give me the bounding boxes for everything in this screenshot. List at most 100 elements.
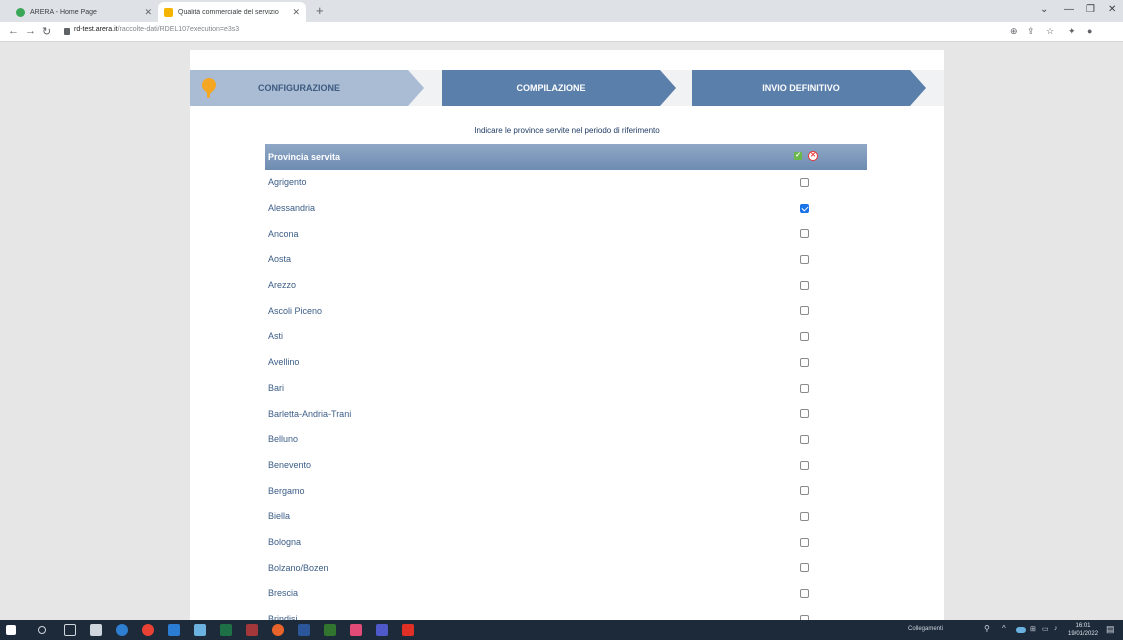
province-checkbox[interactable]	[800, 203, 809, 213]
step-arrow	[910, 70, 926, 106]
province-checkbox[interactable]	[800, 357, 809, 367]
address-bar: ← → ↻ rd-test.arera.it/raccolte-dati/RDE…	[0, 22, 1123, 42]
collegamenti-toolbar[interactable]: Collegamenti	[908, 626, 943, 632]
province-checkbox[interactable]	[800, 178, 809, 187]
chevron-down-icon[interactable]: ⌄	[1040, 4, 1048, 15]
province-checkbox[interactable]	[800, 332, 809, 342]
calendar-icon[interactable]	[350, 624, 362, 636]
province-name: Bergamo	[268, 485, 305, 496]
search-icon[interactable]	[38, 626, 46, 634]
step-configurazione[interactable]: CONFIGURAZIONE	[190, 70, 408, 106]
url-field[interactable]: rd-test.arera.it/raccolte-dati/RDEL107ex…	[74, 26, 239, 33]
step-label: COMPILAZIONE	[516, 83, 586, 93]
reload-icon[interactable]: ↻	[42, 25, 51, 38]
province-checkbox[interactable]	[800, 255, 809, 265]
table-row: Bari	[265, 376, 867, 402]
province-checkbox[interactable]	[800, 460, 809, 470]
windows-taskbar: Collegamenti ⚲ ^ ⊞ ▭ ♪ 16:01 19/01/2022 …	[0, 620, 1123, 640]
province-checkbox[interactable]	[800, 280, 809, 290]
edge-icon[interactable]	[116, 624, 128, 636]
province-name: Avellino	[268, 357, 300, 368]
battery-icon[interactable]: ▭	[1042, 625, 1049, 633]
lock-icon	[64, 28, 70, 35]
browser-tab-qualita[interactable]: Qualità commerciale del servizio ✕	[158, 2, 306, 22]
minimize-icon[interactable]: —	[1064, 4, 1074, 15]
chrome-icon[interactable]	[142, 624, 154, 636]
table-row: Bergamo	[265, 478, 867, 504]
browser-tab-arera-home[interactable]: ARERA - Home Page ✕	[10, 2, 158, 22]
province-checkbox[interactable]	[800, 409, 809, 419]
close-window-icon[interactable]: ✕	[1108, 4, 1116, 15]
extensions-icon[interactable]: ✦	[1068, 26, 1076, 37]
step-label: INVIO DEFINITIVO	[762, 83, 840, 93]
word-icon[interactable]	[298, 624, 310, 636]
deselect-all-icon[interactable]: ✕	[808, 151, 818, 161]
store-icon[interactable]	[90, 624, 102, 636]
province-checkbox[interactable]	[800, 306, 809, 316]
province-name: Benevento	[268, 459, 312, 470]
project-icon[interactable]	[324, 624, 336, 636]
zoom-icon[interactable]: ⊕	[1010, 26, 1018, 37]
province-checkbox[interactable]	[800, 434, 809, 444]
network-icon[interactable]: ⊞	[1030, 625, 1036, 633]
file-explorer-icon[interactable]	[194, 624, 206, 636]
table-header: Provincia servita ✓ ✕	[265, 144, 867, 170]
location-pin-stem	[207, 90, 210, 98]
access-icon[interactable]	[246, 624, 258, 636]
tray-chevron-icon[interactable]: ^	[1002, 624, 1006, 633]
province-table: Provincia servita ✓ ✕ Agrigento Alessandr…	[265, 144, 867, 622]
notifications-icon[interactable]: ▤	[1106, 624, 1115, 635]
arera-favicon-icon	[16, 7, 25, 17]
wizard-steps: CONFIGURAZIONE COMPILAZIONE INVIO DEFINI…	[190, 70, 944, 106]
share-icon[interactable]: ⇪	[1027, 26, 1035, 37]
province-name: Barletta-Andria-Trani	[268, 408, 352, 419]
province-checkbox[interactable]	[800, 589, 809, 598]
province-checkbox[interactable]	[800, 511, 809, 521]
step-arrow	[660, 70, 676, 106]
table-row: Biella	[265, 504, 867, 530]
select-all-icon[interactable]: ✓	[794, 152, 802, 160]
acrobat-icon[interactable]	[402, 624, 414, 636]
table-row: Barletta-Andria-Trani	[265, 401, 867, 427]
province-name: Bolzano/Bozen	[268, 562, 329, 573]
province-checkbox[interactable]	[800, 383, 809, 393]
forward-icon[interactable]: →	[25, 25, 36, 37]
step-invio-definitivo[interactable]: INVIO DEFINITIVO	[692, 70, 910, 106]
step-arrow	[408, 70, 424, 106]
arera-doc-favicon-icon	[164, 7, 173, 17]
back-icon[interactable]: ←	[8, 25, 19, 37]
province-name: Ascoli Piceno	[268, 305, 323, 316]
people-icon[interactable]: ⚲	[984, 624, 990, 633]
close-tab-icon[interactable]: ✕	[292, 7, 300, 18]
province-name: Biella	[268, 511, 291, 522]
windows-start-icon[interactable]	[6, 625, 16, 635]
step-label: CONFIGURAZIONE	[258, 83, 340, 93]
restore-icon[interactable]: ❐	[1086, 4, 1095, 15]
province-checkbox[interactable]	[800, 229, 809, 239]
province-name: Alessandria	[268, 203, 316, 214]
step-compilazione[interactable]: COMPILAZIONE	[442, 70, 660, 106]
bookmark-star-icon[interactable]: ☆	[1046, 26, 1054, 37]
profile-icon[interactable]: ●	[1087, 26, 1092, 36]
system-clock[interactable]: 16:01 19/01/2022	[1068, 622, 1098, 638]
province-name: Agrigento	[268, 177, 307, 188]
new-tab-icon[interactable]: +	[316, 3, 324, 18]
table-row: Alessandria	[265, 196, 867, 222]
teams-icon[interactable]	[376, 624, 388, 636]
tab-title: ARERA - Home Page	[30, 8, 97, 16]
close-tab-icon[interactable]: ✕	[144, 7, 152, 18]
firefox-icon[interactable]	[272, 624, 284, 636]
onedrive-icon[interactable]	[1016, 627, 1026, 633]
province-checkbox[interactable]	[800, 486, 809, 496]
table-row: Asti	[265, 324, 867, 350]
volume-icon[interactable]: ♪	[1054, 625, 1058, 632]
province-checkbox[interactable]	[800, 537, 809, 547]
task-view-icon[interactable]	[64, 624, 76, 636]
table-row: Brescia	[265, 581, 867, 607]
province-name: Belluno	[268, 434, 299, 445]
excel-icon[interactable]	[220, 624, 232, 636]
table-body: Agrigento Alessandria Ancona Aosta Arezzo Asc…	[265, 170, 867, 622]
province-name: Ancona	[268, 228, 299, 239]
outlook-icon[interactable]	[168, 624, 180, 636]
province-checkbox[interactable]	[800, 563, 809, 573]
